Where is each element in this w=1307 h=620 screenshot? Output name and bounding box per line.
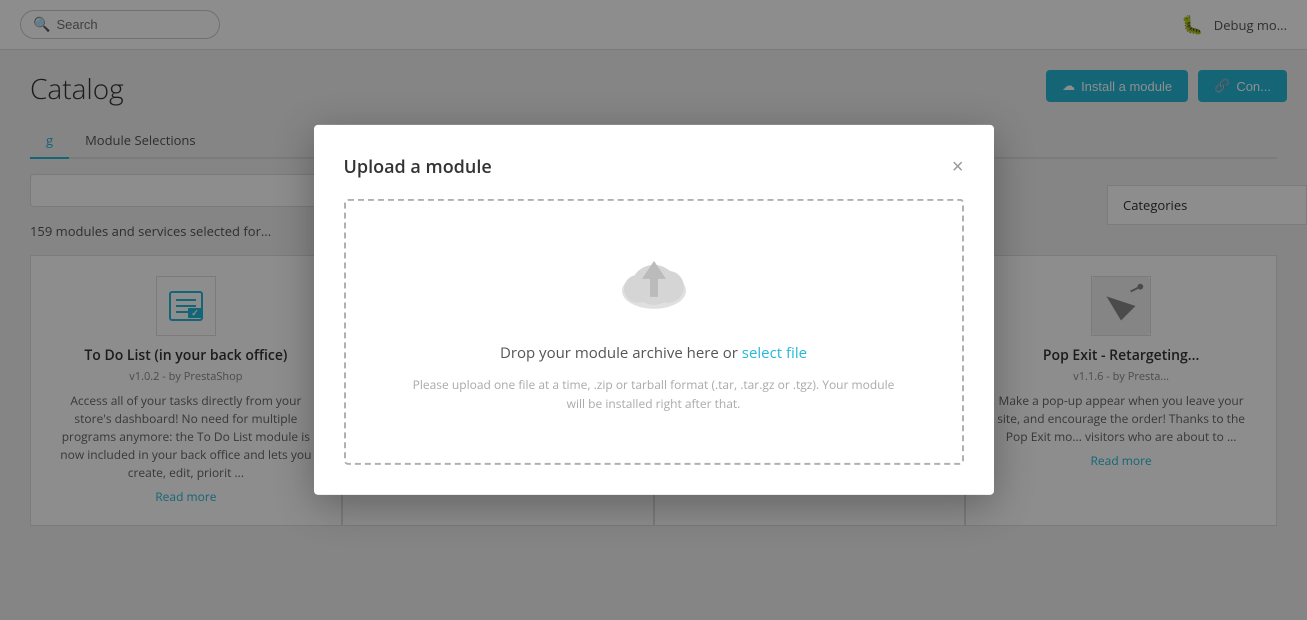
drop-main-text: Drop your module archive here or select … [500, 343, 807, 363]
drop-hint: Please upload one file at a time, .zip o… [404, 375, 904, 413]
drop-zone[interactable]: Drop your module archive here or select … [344, 199, 964, 465]
upload-module-modal: Upload a module × Drop your module archi… [314, 125, 994, 495]
upload-cloud-icon [614, 251, 694, 328]
modal-title: Upload a module [344, 155, 492, 179]
modal-close-button[interactable]: × [952, 157, 964, 177]
select-file-link[interactable]: select file [742, 343, 807, 363]
modal-header: Upload a module × [344, 155, 964, 179]
drop-text-label: Drop your module archive here or [500, 343, 738, 363]
